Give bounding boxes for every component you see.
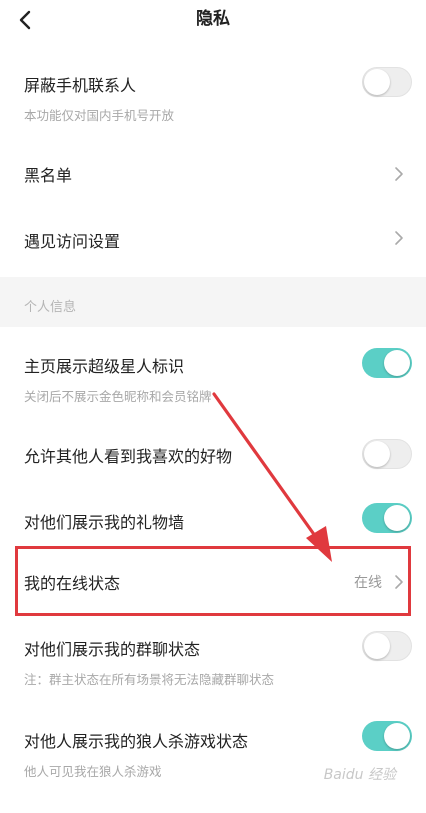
watermark-text: Baidu 经验 <box>323 767 396 783</box>
favorites-label: 允许其他人看到我喜欢的好物 <box>24 447 233 466</box>
toggle-knob <box>364 441 390 467</box>
superstar-sub: 关闭后不展示金色昵称和会员铭牌 <box>24 389 212 404</box>
superstar-label: 主页展示超级星人标识 <box>24 357 185 376</box>
werewolf-toggle[interactable] <box>362 721 412 751</box>
block-contacts-sub: 本功能仅对国内手机号开放 <box>24 108 175 123</box>
gift-wall-toggle[interactable] <box>362 503 412 533</box>
block-contacts-toggle[interactable] <box>362 67 412 97</box>
gift-wall-row: 对他们展示我的礼物墙 <box>0 491 426 546</box>
block-contacts-row: 屏蔽手机联系人 本功能仅对国内手机号开放 <box>0 50 426 140</box>
chevron-right-icon <box>395 231 403 245</box>
group-chat-label: 对他们展示我的群聊状态 <box>24 640 201 659</box>
chevron-right-icon <box>395 167 403 181</box>
superstar-toggle[interactable] <box>362 348 412 378</box>
werewolf-sub: 他人可见我在狼人杀游戏 <box>24 764 162 779</box>
favorites-toggle[interactable] <box>362 439 412 469</box>
blacklist-label: 黑名单 <box>24 166 73 185</box>
group-chat-row: 对他们展示我的群聊状态 注：群主状态在所有场景将无法隐藏群聊状态 <box>0 616 426 706</box>
toggle-knob <box>384 505 410 531</box>
section-title: 个人信息 <box>24 300 77 315</box>
toggle-knob <box>384 350 410 376</box>
group-chat-sub: 注：群主状态在所有场景将无法隐藏群聊状态 <box>24 672 275 687</box>
blacklist-row[interactable]: 黑名单 <box>0 140 426 208</box>
gift-wall-label: 对他们展示我的礼物墙 <box>24 513 185 532</box>
section-header: 个人信息 <box>0 277 426 327</box>
toggle-knob <box>364 633 390 659</box>
nav-header: 隐私 <box>0 0 426 44</box>
visit-settings-label: 遇见访问设置 <box>24 232 121 251</box>
block-contacts-label: 屏蔽手机联系人 <box>24 76 137 95</box>
werewolf-label: 对他人展示我的狼人杀游戏状态 <box>24 732 249 751</box>
highlight-box <box>15 546 411 616</box>
page-title: 隐私 <box>196 9 230 29</box>
group-chat-toggle[interactable] <box>362 631 412 661</box>
superstar-row: 主页展示超级星人标识 关闭后不展示金色昵称和会员铭牌 <box>0 327 426 419</box>
favorites-row: 允许其他人看到我喜欢的好物 <box>0 419 426 491</box>
visit-settings-row[interactable]: 遇见访问设置 <box>0 208 426 276</box>
toggle-knob <box>384 723 410 749</box>
toggle-knob <box>364 69 390 95</box>
